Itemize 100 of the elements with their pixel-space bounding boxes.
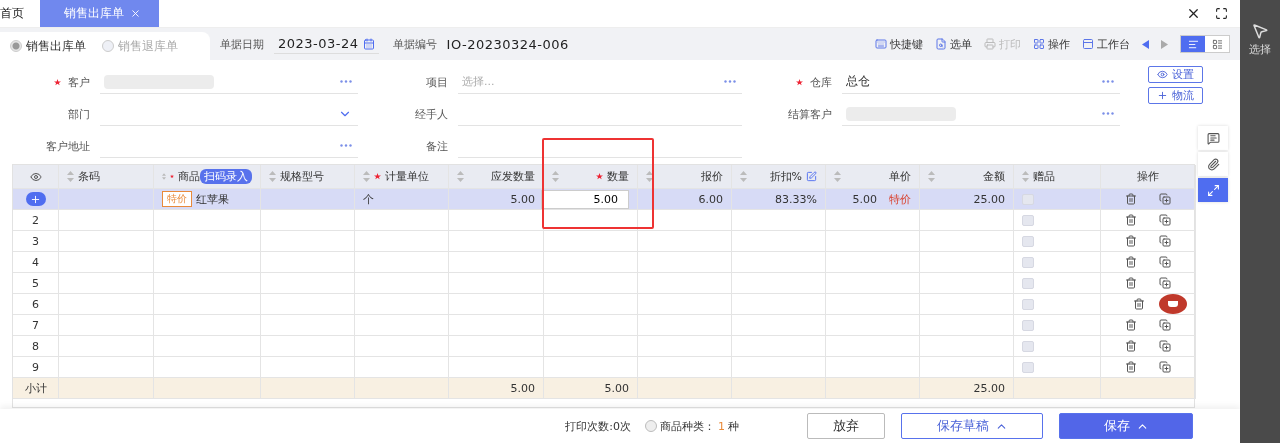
eye-icon[interactable] <box>29 170 42 183</box>
sort-icon[interactable] <box>1022 171 1029 182</box>
table-cell: 5.00 <box>510 192 535 206</box>
sort-icon[interactable] <box>834 171 841 182</box>
view-toggle[interactable] <box>1181 36 1205 52</box>
sort-icon[interactable] <box>928 171 935 182</box>
trash-icon[interactable] <box>1125 319 1137 331</box>
table-row[interactable]: 9 <box>13 357 1194 378</box>
product-name: 红苹果 <box>196 191 229 207</box>
tab[interactable]: 首页 <box>0 0 24 27</box>
column-header: 金额 <box>983 169 1005 184</box>
table-row[interactable]: 6 <box>13 294 1194 315</box>
radio-option[interactable]: 销售出库单 <box>10 37 86 55</box>
chat-button[interactable] <box>1198 126 1228 150</box>
gift-checkbox[interactable] <box>1022 235 1034 247</box>
trash-icon[interactable] <box>1125 340 1137 352</box>
next-icon[interactable] <box>1161 39 1168 49</box>
more-icon[interactable] <box>1102 112 1114 115</box>
kinds-unit: 种 <box>728 418 739 434</box>
toolbar-button[interactable]: 工作台 <box>1082 36 1130 52</box>
table-cell: 6.00 <box>698 192 723 206</box>
gift-checkbox[interactable] <box>1022 214 1034 226</box>
table-row[interactable]: 5 <box>13 273 1194 294</box>
trash-icon[interactable] <box>1133 298 1145 310</box>
trash-icon[interactable] <box>1125 214 1137 226</box>
table-cell: 25.00 <box>973 381 1005 395</box>
more-icon[interactable] <box>1102 80 1114 83</box>
table-row[interactable]: 4 <box>13 252 1194 273</box>
settings-button[interactable]: 设置 <box>1148 66 1203 83</box>
column-header: 数量 <box>607 169 629 184</box>
trash-icon[interactable] <box>1125 361 1137 373</box>
subtotal-label: 小计 <box>24 380 47 396</box>
toolbar-button[interactable]: 选单 <box>935 36 972 52</box>
sort-icon[interactable] <box>67 171 74 182</box>
select-tool-icon[interactable] <box>1251 22 1269 40</box>
copy-plus-icon[interactable] <box>1159 214 1171 226</box>
trash-icon[interactable] <box>1125 277 1137 289</box>
radio-icon[interactable] <box>10 40 22 52</box>
gift-checkbox[interactable] <box>1022 319 1034 331</box>
sort-icon[interactable] <box>740 171 747 182</box>
add-row-button[interactable] <box>25 192 46 206</box>
toolbar-button[interactable]: 快捷键 <box>875 36 923 52</box>
save-draft-button[interactable]: 保存草稿 <box>901 413 1043 439</box>
row-number: 2 <box>32 213 39 227</box>
select-tool-label[interactable]: 选择 <box>1249 42 1271 57</box>
sort-icon[interactable] <box>457 171 464 182</box>
more-icon[interactable] <box>724 80 736 83</box>
copy-plus-icon[interactable] <box>1159 319 1171 331</box>
trash-icon[interactable] <box>1125 235 1137 247</box>
trash-icon[interactable] <box>1125 256 1137 268</box>
plus-icon <box>1157 90 1168 101</box>
table-cell: 5.00 <box>510 381 535 395</box>
field-label: 部门 <box>68 106 90 122</box>
chat-icon <box>1206 131 1220 145</box>
input-field[interactable]: 总仓 <box>842 70 1120 94</box>
toolbar-button[interactable]: 操作 <box>1033 36 1070 52</box>
view-toggle[interactable] <box>1205 36 1229 52</box>
sort-icon[interactable] <box>646 171 653 182</box>
table-row[interactable]: 2 <box>13 210 1194 231</box>
copy-plus-icon[interactable] <box>1159 340 1171 352</box>
copy-plus-icon[interactable] <box>1159 277 1171 289</box>
more-icon[interactable] <box>340 80 352 83</box>
gift-checkbox[interactable] <box>1022 340 1034 352</box>
scan-entry-badge[interactable]: 扫码录入 <box>200 169 252 184</box>
trash-icon[interactable] <box>1125 193 1137 205</box>
sort-icon[interactable] <box>162 171 166 182</box>
previous-icon[interactable] <box>1142 39 1149 49</box>
radio-icon[interactable] <box>102 40 114 52</box>
table-row[interactable]: 特价 红苹果 个 5.00 5.00 6.00 83.33% 5.00 特价 25.00 <box>13 189 1194 210</box>
quantity-input[interactable]: 5.00 <box>541 189 629 209</box>
close-icon[interactable] <box>1186 6 1201 21</box>
copy-plus-icon[interactable] <box>1159 256 1171 268</box>
copy-plus-icon[interactable] <box>1159 193 1171 205</box>
copy-plus-icon[interactable] <box>1159 235 1171 247</box>
sort-icon[interactable] <box>552 171 559 182</box>
logistics-button[interactable]: 物流 <box>1148 87 1203 104</box>
gift-checkbox[interactable] <box>1022 277 1034 289</box>
gift-checkbox[interactable] <box>1022 298 1034 310</box>
copy-plus-icon[interactable] <box>1159 361 1171 373</box>
table-cell: 83.33% <box>775 192 817 206</box>
more-icon[interactable] <box>340 144 352 147</box>
discard-button[interactable]: 放弃 <box>807 413 885 439</box>
table-row[interactable]: 3 <box>13 231 1194 252</box>
expand-button[interactable] <box>1198 178 1228 202</box>
date-field[interactable]: 2023-03-24 <box>274 34 379 54</box>
gift-checkbox[interactable] <box>1022 361 1034 373</box>
field-label: 客户地址 <box>46 138 90 154</box>
column-header: 条码 <box>78 169 100 184</box>
table-row[interactable]: 8 <box>13 336 1194 357</box>
gift-checkbox[interactable] <box>1022 256 1034 268</box>
sort-icon[interactable] <box>269 171 276 182</box>
row-number: 6 <box>32 297 39 311</box>
sort-icon[interactable] <box>363 171 370 182</box>
edit-icon[interactable] <box>806 171 817 182</box>
save-button[interactable]: 保存 <box>1059 413 1193 439</box>
attachment-button[interactable] <box>1198 152 1228 176</box>
column-header: 折扣% <box>769 169 802 184</box>
fullscreen-icon[interactable] <box>1215 7 1228 20</box>
table-row[interactable]: 7 <box>13 315 1194 336</box>
calendar-icon[interactable] <box>362 37 375 50</box>
